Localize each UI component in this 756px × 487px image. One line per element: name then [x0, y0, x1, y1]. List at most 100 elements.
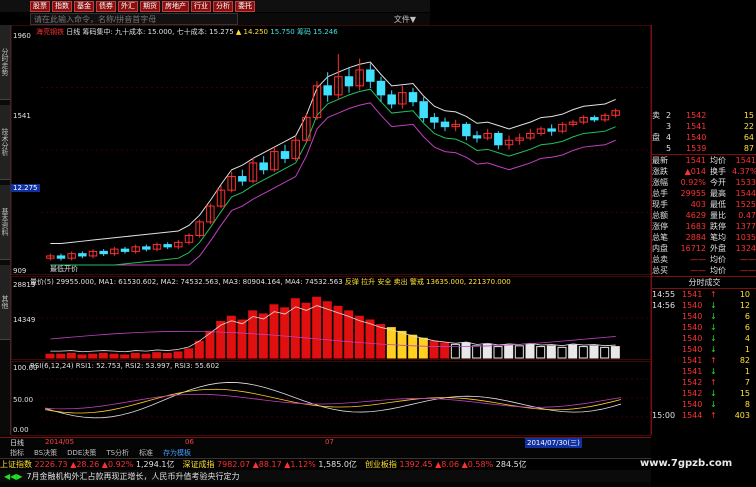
candle-body [462, 123, 471, 137]
bottom-hint: 最低开价 [50, 265, 78, 273]
volume-bar [429, 340, 439, 359]
indicator-tab[interactable]: 存为模板 [163, 448, 191, 457]
quote-value: 1035 [735, 233, 756, 242]
tick-time [652, 333, 682, 344]
ticks-title[interactable]: 分时成交 [652, 277, 756, 289]
tick-arrow-icon: ↓ [710, 389, 717, 398]
volume-bar [354, 315, 364, 359]
index-amount: 1,585.0亿 [318, 460, 357, 469]
quote-value: 2884 [685, 233, 706, 242]
quote-row: 涨停 1683 跌停 1377 [652, 221, 756, 232]
tick-volume: 7 [744, 378, 750, 387]
toolbar-button[interactable]: 股票 [30, 0, 50, 12]
index-item[interactable]: 深证成指 7982.07 ▲88.17 ▲1.12% 1,585.0亿 [182, 459, 356, 470]
tick-time [652, 399, 682, 410]
toolbar-button[interactable]: 指数 [52, 0, 72, 12]
indicator-tab[interactable]: 标准 [139, 448, 153, 457]
time-label: 06 [185, 438, 194, 446]
tick-time [652, 322, 682, 333]
indicator-tab[interactable]: 指标 [10, 448, 24, 457]
index-item[interactable]: 上证指数 2226.73 ▲28.26 ▲0.92% 1,294.1亿 [0, 459, 174, 470]
left-tab[interactable]: 分时走势 [0, 25, 10, 100]
quote-value: —— [740, 266, 756, 275]
volume-bar [98, 352, 108, 359]
volume-chart[interactable] [11, 276, 651, 360]
vol-y-top: 28819 [13, 281, 36, 289]
chart-title-line: 海亮钢铁 日线 筹码集中: 九十成本: 15.000, 七十成本: 15.275… [36, 27, 338, 37]
tick-row: 1540 ↓ 4 [652, 333, 756, 344]
vol-y-mid: 14349 [13, 316, 36, 324]
toolbar-button[interactable]: 债券 [96, 0, 116, 12]
index-change: ▲88.17 [252, 460, 282, 469]
quote-key: 外盘 [710, 244, 726, 253]
toolbar-button[interactable]: 房地产 [162, 0, 189, 12]
candle-body [238, 176, 247, 182]
volume-bar [418, 337, 428, 359]
quote-key: 总卖 [652, 255, 668, 264]
indicator-tab[interactable]: TS分析 [106, 448, 129, 457]
tick-arrow-icon: ↑ [710, 378, 717, 387]
command-input[interactable] [30, 13, 238, 25]
indicator-tab[interactable]: DDE决策 [67, 448, 96, 457]
news-nav-icon[interactable]: ◀◀▶ [4, 472, 22, 481]
file-menu[interactable]: 文件▼ [394, 14, 416, 25]
quote-key: 最低 [710, 200, 726, 209]
index-pct: ▲0.92% [101, 460, 134, 469]
volume-bar [226, 315, 236, 359]
tick-time [652, 377, 682, 388]
quote-value: ▲014 [684, 167, 706, 176]
tick-arrow-icon: ↓ [710, 334, 717, 343]
volume-bar [120, 354, 130, 359]
tick-row: 14:55 1541 ↑ 10 [652, 289, 756, 300]
toolbar-button[interactable]: 期货 [140, 0, 160, 12]
left-tab[interactable]: 基本资料 [0, 185, 10, 260]
tick-arrow-icon: ↓ [710, 312, 717, 321]
volume-bar [77, 354, 87, 359]
quote-key: 最高 [710, 189, 726, 198]
ob-side: 卖 [652, 111, 660, 120]
left-tab[interactable]: 其他 [0, 265, 10, 340]
tick-row: 15:00 1544 ↑ 403 [652, 410, 756, 421]
news-bar: ◀◀▶ 7月金融机构外汇占款再现正增长，人民币升值考验央行定力 [0, 470, 651, 482]
current-price-marker: 12.275 [11, 184, 40, 192]
rsi-chart[interactable] [11, 361, 651, 436]
rsi-y-bot: 0.00 [13, 426, 29, 434]
volume-header-values: 量价(5) 29955.000, MA1: 61530.602, MA2: 74… [30, 278, 343, 286]
toolbar-button[interactable]: 基金 [74, 0, 94, 12]
time-period: 日线 [10, 439, 24, 447]
tick-row: 1540 ↓ 1 [652, 344, 756, 355]
ob-price: 1540 [686, 133, 707, 142]
high-label: ▲ 14.250 [235, 28, 268, 36]
index-item[interactable]: 创业板指 1392.45 ▲8.06 ▲0.58% 284.5亿 [365, 459, 527, 470]
volume-bar [397, 330, 407, 359]
quote-value: 29955 [680, 189, 706, 198]
quote-value: 4629 [685, 211, 706, 220]
news-text[interactable]: 7月金融机构外汇占款再现正增长，人民币升值考验央行定力 [26, 471, 239, 482]
tick-arrow-icon: ↑ [710, 411, 717, 420]
index-amount: 1,294.1亿 [135, 460, 175, 469]
tick-price: 1540 [682, 345, 703, 354]
tick-volume: 1 [744, 367, 750, 376]
quote-key: 涨幅 [652, 178, 668, 187]
toolbar-button[interactable]: 外汇 [118, 0, 138, 12]
toolbar-button[interactable]: 行业 [191, 0, 211, 12]
index-value: 1392.45 [399, 460, 433, 469]
volume-bar [109, 353, 119, 359]
ob-side [652, 121, 666, 132]
toolbar-button[interactable]: 分析 [213, 0, 233, 12]
volume-bar [514, 345, 524, 359]
left-tab[interactable]: 技术分析 [0, 105, 10, 180]
quote-row: 总额 4629 量比 0.47 [652, 210, 756, 221]
quote-row: 总买 —— 均价 —— [652, 265, 756, 276]
tick-volume: 82 [739, 356, 750, 365]
y-mid-label: 1541 [13, 112, 31, 120]
tick-volume: 10 [739, 290, 750, 299]
volume-bar [130, 352, 140, 359]
quote-key: 总笔 [652, 233, 668, 242]
quote-key: 内盘 [652, 244, 668, 253]
tick-price: 1541 [682, 356, 703, 365]
price-chart[interactable] [11, 25, 651, 275]
quote-key: 跌停 [710, 222, 726, 231]
indicator-tab[interactable]: BS决策 [34, 448, 57, 457]
toolbar-button[interactable]: 委托 [235, 0, 255, 12]
